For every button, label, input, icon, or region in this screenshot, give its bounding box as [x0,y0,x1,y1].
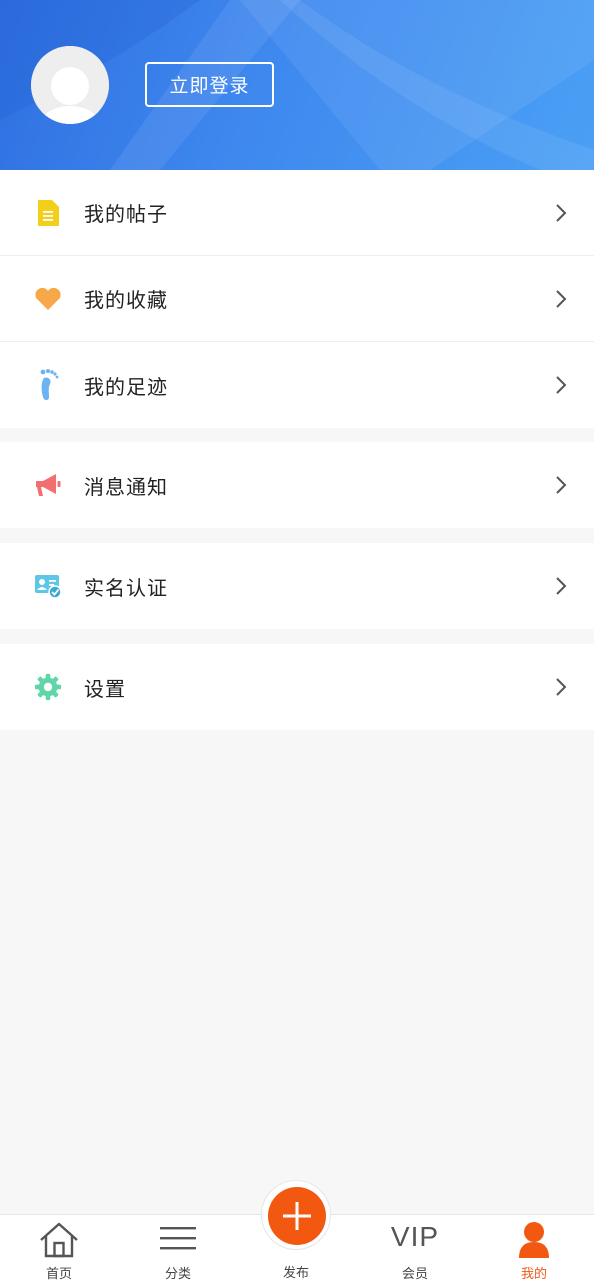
tab-label: 我的 [520,1267,547,1280]
menu-item-label: 消息通知 [84,474,168,499]
chevron-right-icon [556,376,567,394]
menu-lines-icon [160,1227,196,1250]
tab-label: 会员 [401,1267,428,1280]
home-icon [40,1222,78,1258]
chevron-right-icon [556,476,567,494]
chevron-right-icon [556,678,567,696]
tab-vip[interactable]: VIP 会员 [356,1215,474,1280]
menu-item-label: 我的足迹 [84,374,168,399]
tab-mine[interactable]: 我的 [475,1215,593,1280]
menu-item-label: 实名认证 [84,575,168,600]
tab-home[interactable]: 首页 [0,1215,118,1280]
login-button[interactable]: 立即登录 [145,62,274,107]
menu-item-label: 设置 [84,676,126,701]
profile-header: 立即登录 [0,0,594,170]
tab-label: 分类 [164,1267,191,1280]
menu-group-verification: 实名认证 [0,543,594,629]
default-user-icon [31,46,109,124]
tab-category[interactable]: 分类 [119,1215,237,1280]
vip-icon: VIP [390,1221,440,1252]
publish-button-ring [261,1180,331,1250]
megaphone-icon [34,469,62,501]
user-icon [519,1222,549,1258]
menu-item-my-favorites[interactable]: 我的收藏 [0,256,594,342]
menu-group-messages: 消息通知 [0,442,594,528]
menu-item-real-name-auth[interactable]: 实名认证 [0,543,594,629]
menu-item-label: 我的收藏 [84,288,168,312]
id-card-icon [34,570,62,602]
publish-button[interactable] [268,1187,326,1245]
tab-label: 首页 [45,1267,72,1280]
document-icon [34,197,62,229]
avatar[interactable] [31,46,109,124]
chevron-right-icon [556,203,567,222]
gear-icon [34,671,62,703]
chevron-right-icon [556,577,567,595]
menu-item-label: 我的帖子 [84,202,168,226]
menu-item-my-footprints[interactable]: 我的足迹 [0,342,594,428]
plus-icon [283,1202,311,1230]
footprint-icon [34,369,62,401]
menu-group-settings: 设置 [0,644,594,730]
heart-icon [34,283,62,315]
menu-item-notifications[interactable]: 消息通知 [0,442,594,528]
menu-item-settings[interactable]: 设置 [0,644,594,730]
chevron-right-icon [556,289,567,308]
menu-group-personal: 我的帖子 我的收藏 我的足迹 [0,170,594,428]
menu-item-my-posts[interactable]: 我的帖子 [0,170,594,256]
publish-label: 发布 [282,1266,309,1280]
